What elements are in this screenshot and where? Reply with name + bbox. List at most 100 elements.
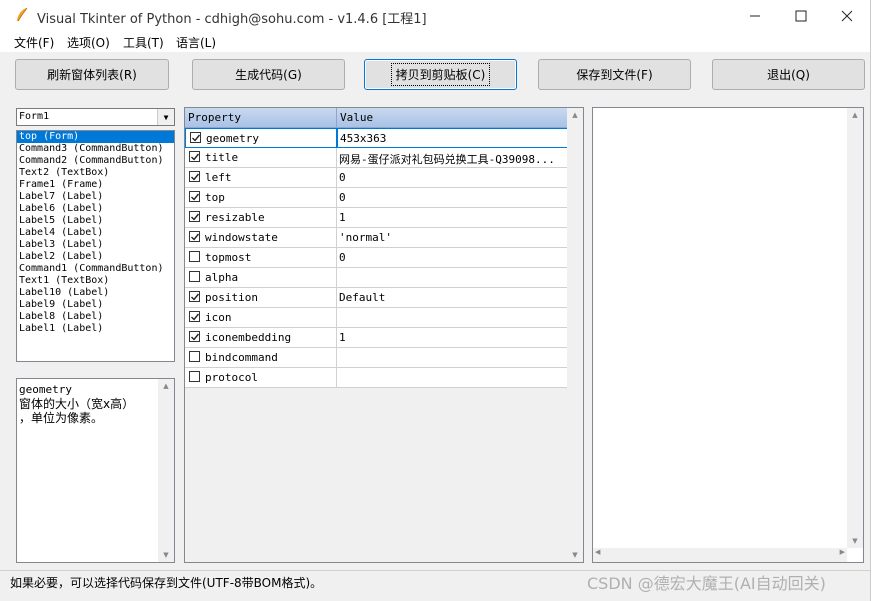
- property-checkbox[interactable]: [189, 151, 200, 162]
- scroll-down-icon[interactable]: ▼: [158, 548, 174, 562]
- list-item[interactable]: Label5 (Label): [17, 215, 174, 227]
- property-value[interactable]: 1: [337, 328, 568, 348]
- dropdown-arrow-icon[interactable]: ▼: [157, 109, 174, 125]
- generate-code-button[interactable]: 生成代码(G): [192, 59, 345, 90]
- grid-row[interactable]: bindcommand: [185, 348, 568, 368]
- grid-row[interactable]: geometry 453x363: [185, 128, 568, 148]
- property-value[interactable]: 0: [337, 168, 568, 188]
- list-item[interactable]: Label8 (Label): [17, 311, 174, 323]
- property-cell[interactable]: icon: [185, 308, 337, 328]
- property-name: windowstate: [205, 231, 278, 244]
- property-checkbox[interactable]: [189, 171, 200, 182]
- property-value[interactable]: 0: [337, 248, 568, 268]
- grid-row[interactable]: position Default: [185, 288, 568, 308]
- property-cell[interactable]: position: [185, 288, 337, 308]
- grid-row[interactable]: windowstate 'normal': [185, 228, 568, 248]
- property-value[interactable]: [337, 308, 568, 328]
- minimize-button[interactable]: [732, 0, 778, 32]
- property-cell[interactable]: iconembedding: [185, 328, 337, 348]
- property-cell[interactable]: windowstate: [185, 228, 337, 248]
- scroll-up-icon[interactable]: ▲: [567, 108, 583, 122]
- widget-list[interactable]: top (Form) Command3 (CommandButton) Comm…: [16, 130, 175, 362]
- property-checkbox[interactable]: [189, 251, 200, 262]
- menu-file[interactable]: 文件(F): [14, 34, 54, 51]
- menu-language[interactable]: 语言(L): [176, 34, 216, 51]
- description-scrollbar[interactable]: ▲ ▼: [158, 379, 174, 562]
- property-name: protocol: [205, 371, 258, 384]
- property-cell[interactable]: topmost: [185, 248, 337, 268]
- property-checkbox[interactable]: [189, 331, 200, 342]
- grid-row[interactable]: icon: [185, 308, 568, 328]
- property-cell[interactable]: bindcommand: [185, 348, 337, 368]
- property-value[interactable]: Default: [337, 288, 568, 308]
- list-item[interactable]: Command3 (CommandButton): [17, 143, 174, 155]
- menu-tools[interactable]: 工具(T): [123, 34, 164, 51]
- list-item[interactable]: top (Form): [17, 131, 174, 143]
- close-button[interactable]: [824, 0, 870, 32]
- form-select[interactable]: Form1 ▼: [16, 108, 175, 126]
- exit-button[interactable]: 退出(Q): [712, 59, 865, 90]
- list-item[interactable]: Label9 (Label): [17, 299, 174, 311]
- list-item[interactable]: Label3 (Label): [17, 239, 174, 251]
- property-cell[interactable]: top: [185, 188, 337, 208]
- code-vscrollbar[interactable]: ▲ ▼: [847, 108, 863, 548]
- grid-row[interactable]: protocol: [185, 368, 568, 388]
- property-value[interactable]: 1: [337, 208, 568, 228]
- property-cell[interactable]: title: [185, 148, 337, 168]
- list-item[interactable]: Label1 (Label): [17, 323, 174, 335]
- copy-to-clipboard-button[interactable]: 拷贝到剪贴板(C): [364, 59, 517, 90]
- code-hscrollbar[interactable]: ◀ ▶: [593, 548, 847, 562]
- list-item[interactable]: Label4 (Label): [17, 227, 174, 239]
- property-checkbox[interactable]: [189, 291, 200, 302]
- list-item[interactable]: Text1 (TextBox): [17, 275, 174, 287]
- grid-scrollbar[interactable]: ▲ ▼: [567, 108, 583, 562]
- maximize-button[interactable]: [778, 0, 824, 32]
- property-value[interactable]: 'normal': [337, 228, 568, 248]
- scroll-down-icon[interactable]: ▼: [567, 548, 583, 562]
- property-value[interactable]: 453x363: [337, 128, 568, 148]
- property-checkbox[interactable]: [189, 191, 200, 202]
- property-checkbox[interactable]: [189, 351, 200, 362]
- property-checkbox[interactable]: [189, 231, 200, 242]
- grid-row[interactable]: iconembedding 1: [185, 328, 568, 348]
- menu-options[interactable]: 选项(O): [67, 34, 110, 51]
- property-value[interactable]: 0: [337, 188, 568, 208]
- property-checkbox[interactable]: [190, 132, 201, 143]
- grid-row[interactable]: resizable 1: [185, 208, 568, 228]
- scroll-up-icon[interactable]: ▲: [847, 108, 863, 122]
- property-checkbox[interactable]: [189, 211, 200, 222]
- property-cell[interactable]: alpha: [185, 268, 337, 288]
- property-cell[interactable]: resizable: [185, 208, 337, 228]
- list-item[interactable]: Command2 (CommandButton): [17, 155, 174, 167]
- property-value[interactable]: [337, 348, 568, 368]
- list-item[interactable]: Label2 (Label): [17, 251, 174, 263]
- list-item[interactable]: Label7 (Label): [17, 191, 174, 203]
- grid-row[interactable]: topmost 0: [185, 248, 568, 268]
- property-checkbox[interactable]: [189, 311, 200, 322]
- refresh-form-list-button[interactable]: 刷新窗体列表(R): [15, 59, 169, 90]
- property-value[interactable]: [337, 268, 568, 288]
- property-value[interactable]: 网易-蛋仔派对礼包码兑换工具-Q39098...: [337, 148, 568, 168]
- grid-row[interactable]: left 0: [185, 168, 568, 188]
- scroll-right-icon[interactable]: ▶: [840, 548, 845, 556]
- list-item[interactable]: Frame1 (Frame): [17, 179, 174, 191]
- scroll-left-icon[interactable]: ◀: [595, 548, 600, 556]
- grid-row[interactable]: alpha: [185, 268, 568, 288]
- grid-row[interactable]: top 0: [185, 188, 568, 208]
- scroll-up-icon[interactable]: ▲: [158, 379, 174, 393]
- list-item[interactable]: Text2 (TextBox): [17, 167, 174, 179]
- property-grid[interactable]: Property Value geometry 453x363 title 网易-蛋仔…: [184, 107, 584, 563]
- scroll-down-icon[interactable]: ▼: [847, 534, 863, 548]
- property-checkbox[interactable]: [189, 271, 200, 282]
- property-value[interactable]: [337, 368, 568, 388]
- list-item[interactable]: Command1 (CommandButton): [17, 263, 174, 275]
- code-preview-panel[interactable]: ▲ ▼ ◀ ▶: [592, 107, 864, 563]
- property-checkbox[interactable]: [189, 371, 200, 382]
- save-to-file-button[interactable]: 保存到文件(F): [538, 59, 691, 90]
- property-cell[interactable]: left: [185, 168, 337, 188]
- property-cell[interactable]: protocol: [185, 368, 337, 388]
- list-item[interactable]: Label6 (Label): [17, 203, 174, 215]
- grid-row[interactable]: title 网易-蛋仔派对礼包码兑换工具-Q39098...: [185, 148, 568, 168]
- property-cell[interactable]: geometry: [185, 128, 337, 148]
- list-item[interactable]: Label10 (Label): [17, 287, 174, 299]
